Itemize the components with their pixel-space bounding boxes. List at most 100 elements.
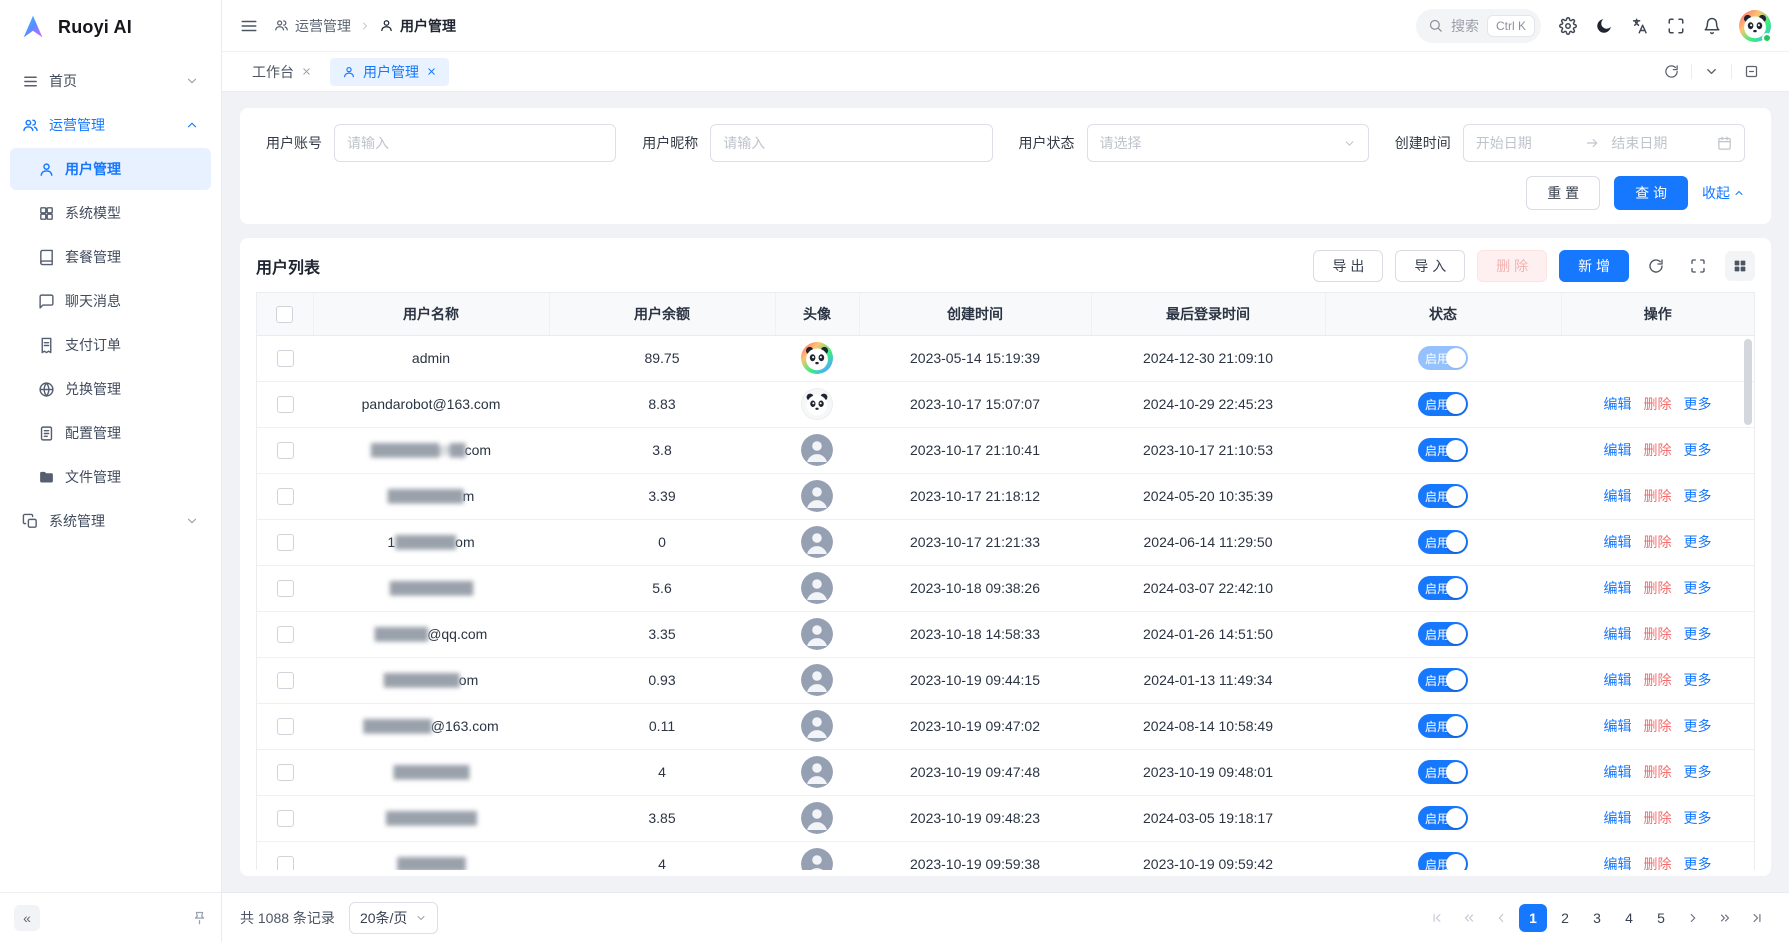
user-avatar[interactable] bbox=[1739, 10, 1771, 42]
edit-link[interactable]: 编辑 bbox=[1604, 488, 1632, 504]
edit-link[interactable]: 编辑 bbox=[1604, 718, 1632, 734]
row-checkbox[interactable] bbox=[277, 764, 294, 781]
edit-link[interactable]: 编辑 bbox=[1604, 396, 1632, 412]
delete-link[interactable]: 删除 bbox=[1644, 580, 1672, 596]
sidebar-item-exchange-management[interactable]: 兑换管理 bbox=[10, 368, 211, 410]
status-toggle[interactable]: 启用 bbox=[1418, 484, 1468, 508]
more-link[interactable]: 更多 bbox=[1684, 488, 1712, 504]
pin-icon[interactable] bbox=[192, 910, 207, 925]
settings-icon[interactable] bbox=[1559, 17, 1577, 35]
more-link[interactable]: 更多 bbox=[1684, 396, 1712, 412]
edit-link[interactable]: 编辑 bbox=[1604, 810, 1632, 826]
status-toggle[interactable]: 启用 bbox=[1418, 852, 1468, 870]
add-button[interactable]: 新 增 bbox=[1559, 250, 1629, 282]
page-5[interactable]: 5 bbox=[1647, 904, 1675, 932]
row-checkbox[interactable] bbox=[277, 672, 294, 689]
status-toggle[interactable]: 启用 bbox=[1418, 760, 1468, 784]
fit-icon[interactable] bbox=[1731, 64, 1771, 79]
menu-toggle-icon[interactable] bbox=[240, 17, 258, 35]
more-link[interactable]: 更多 bbox=[1684, 580, 1712, 596]
row-checkbox[interactable] bbox=[277, 856, 294, 870]
page-size-select[interactable]: 20条/页 bbox=[349, 902, 438, 934]
delete-link[interactable]: 删除 bbox=[1644, 396, 1672, 412]
status-toggle[interactable]: 启用 bbox=[1418, 576, 1468, 600]
edit-link[interactable]: 编辑 bbox=[1604, 672, 1632, 688]
status-toggle[interactable]: 启用 bbox=[1418, 346, 1468, 370]
theme-toggle-icon[interactable] bbox=[1595, 17, 1613, 35]
status-toggle[interactable]: 启用 bbox=[1418, 392, 1468, 416]
status-toggle[interactable]: 启用 bbox=[1418, 622, 1468, 646]
jump-back-button[interactable] bbox=[1455, 904, 1483, 932]
select-all-checkbox[interactable] bbox=[276, 306, 293, 323]
query-button[interactable]: 查 询 bbox=[1614, 176, 1688, 210]
status-select[interactable]: 请选择 bbox=[1087, 124, 1369, 162]
delete-link[interactable]: 删除 bbox=[1644, 672, 1672, 688]
page-4[interactable]: 4 bbox=[1615, 904, 1643, 932]
row-checkbox[interactable] bbox=[277, 626, 294, 643]
first-page-button[interactable] bbox=[1423, 904, 1451, 932]
status-toggle[interactable]: 启用 bbox=[1418, 530, 1468, 554]
edit-link[interactable]: 编辑 bbox=[1604, 442, 1632, 458]
nickname-input[interactable]: 请输入 bbox=[710, 124, 992, 162]
sidebar-item-home[interactable]: 首页 bbox=[10, 60, 211, 102]
row-checkbox[interactable] bbox=[277, 580, 294, 597]
status-toggle[interactable]: 启用 bbox=[1418, 668, 1468, 692]
prev-page-button[interactable] bbox=[1487, 904, 1515, 932]
tab-workbench[interactable]: 工作台 bbox=[240, 58, 324, 86]
more-link[interactable]: 更多 bbox=[1684, 672, 1712, 688]
delete-link[interactable]: 删除 bbox=[1644, 764, 1672, 780]
row-checkbox[interactable] bbox=[277, 718, 294, 735]
sidebar-item-config-management[interactable]: 配置管理 bbox=[10, 412, 211, 454]
more-link[interactable]: 更多 bbox=[1684, 442, 1712, 458]
fullscreen-icon[interactable] bbox=[1667, 17, 1685, 35]
delete-link[interactable]: 删除 bbox=[1644, 626, 1672, 642]
delete-link[interactable]: 删除 bbox=[1644, 534, 1672, 550]
status-toggle[interactable]: 启用 bbox=[1418, 438, 1468, 462]
more-link[interactable]: 更多 bbox=[1684, 626, 1712, 642]
table-fullscreen-icon[interactable] bbox=[1683, 251, 1713, 281]
breadcrumb-operations[interactable]: 运营管理 bbox=[274, 16, 351, 36]
close-icon[interactable] bbox=[301, 66, 312, 77]
edit-link[interactable]: 编辑 bbox=[1604, 580, 1632, 596]
notifications-icon[interactable] bbox=[1703, 17, 1721, 35]
edit-link[interactable]: 编辑 bbox=[1604, 626, 1632, 642]
edit-link[interactable]: 编辑 bbox=[1604, 764, 1632, 780]
more-link[interactable]: 更多 bbox=[1684, 856, 1712, 870]
export-button[interactable]: 导 出 bbox=[1313, 250, 1383, 282]
vertical-scrollbar[interactable] bbox=[1744, 339, 1752, 425]
row-checkbox[interactable] bbox=[277, 810, 294, 827]
sidebar-item-package-management[interactable]: 套餐管理 bbox=[10, 236, 211, 278]
sidebar-item-system-model[interactable]: 系统模型 bbox=[10, 192, 211, 234]
import-button[interactable]: 导 入 bbox=[1395, 250, 1465, 282]
status-toggle[interactable]: 启用 bbox=[1418, 806, 1468, 830]
account-input[interactable]: 请输入 bbox=[334, 124, 616, 162]
page-3[interactable]: 3 bbox=[1583, 904, 1611, 932]
locale-icon[interactable] bbox=[1631, 17, 1649, 35]
chevron-down-icon[interactable] bbox=[1691, 64, 1731, 79]
sidebar-collapse-button[interactable]: « bbox=[14, 905, 40, 931]
page-1[interactable]: 1 bbox=[1519, 904, 1547, 932]
global-search[interactable]: 搜索 Ctrl K bbox=[1416, 9, 1541, 43]
more-link[interactable]: 更多 bbox=[1684, 718, 1712, 734]
sidebar-item-user-management[interactable]: 用户管理 bbox=[10, 148, 211, 190]
delete-button[interactable]: 删 除 bbox=[1477, 250, 1547, 282]
page-2[interactable]: 2 bbox=[1551, 904, 1579, 932]
jump-forward-button[interactable] bbox=[1711, 904, 1739, 932]
more-link[interactable]: 更多 bbox=[1684, 764, 1712, 780]
more-link[interactable]: 更多 bbox=[1684, 810, 1712, 826]
next-page-button[interactable] bbox=[1679, 904, 1707, 932]
delete-link[interactable]: 删除 bbox=[1644, 488, 1672, 504]
refresh-table-icon[interactable] bbox=[1641, 251, 1671, 281]
status-toggle[interactable]: 启用 bbox=[1418, 714, 1468, 738]
more-link[interactable]: 更多 bbox=[1684, 534, 1712, 550]
reset-button[interactable]: 重 置 bbox=[1526, 176, 1600, 210]
row-checkbox[interactable] bbox=[277, 396, 294, 413]
delete-link[interactable]: 删除 bbox=[1644, 810, 1672, 826]
row-checkbox[interactable] bbox=[277, 442, 294, 459]
edit-link[interactable]: 编辑 bbox=[1604, 856, 1632, 870]
sidebar-item-system-management[interactable]: 系统管理 bbox=[10, 500, 211, 542]
last-page-button[interactable] bbox=[1743, 904, 1771, 932]
date-range-input[interactable]: 开始日期 结束日期 bbox=[1463, 124, 1745, 162]
row-checkbox[interactable] bbox=[277, 488, 294, 505]
sidebar-item-operations[interactable]: 运营管理 bbox=[10, 104, 211, 146]
